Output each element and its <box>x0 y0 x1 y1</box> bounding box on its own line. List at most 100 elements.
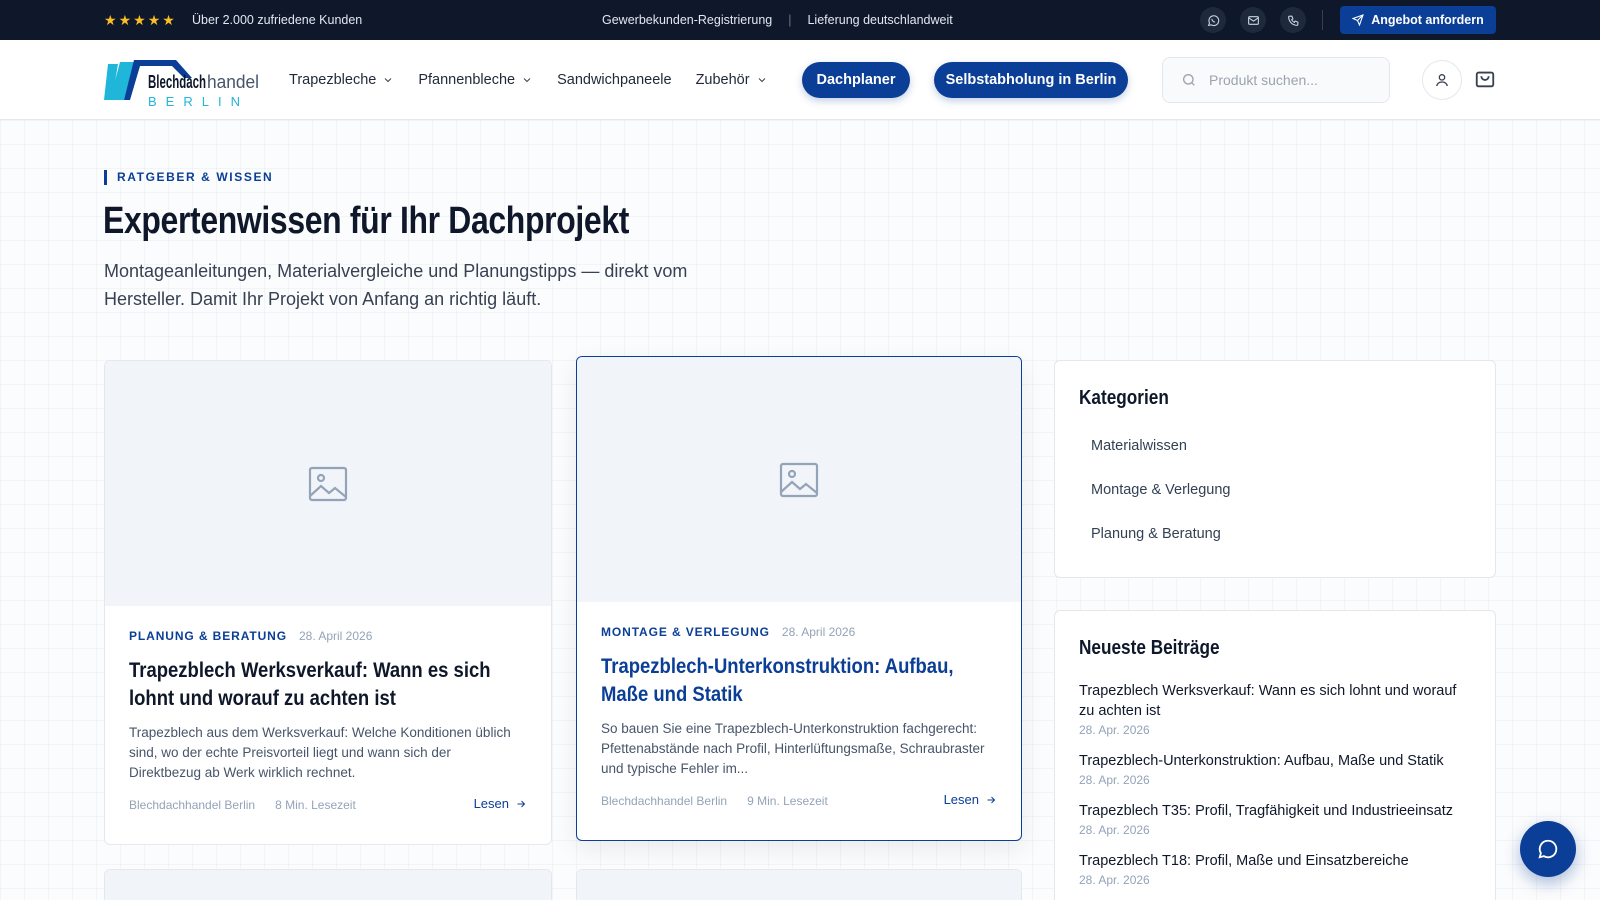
article-image-placeholder <box>105 361 551 606</box>
read-more-link[interactable]: Lesen <box>944 792 997 807</box>
page-subtitle: Montageanleitungen, Materialvergleiche u… <box>104 257 744 313</box>
whatsapp-icon <box>1207 14 1219 26</box>
recent-post-title[interactable]: Trapezblech T35: Profil, Tragfähigkeit u… <box>1079 801 1469 821</box>
read-more-label: Lesen <box>943 792 979 807</box>
read-more-link[interactable]: Lesen <box>474 796 527 811</box>
logo[interactable]: Blechdach handel BERLIN <box>104 52 264 110</box>
article-card[interactable] <box>576 869 1022 900</box>
rating-text: Über 2.000 zufriedene Kunden <box>192 13 363 27</box>
search-icon <box>1183 74 1195 86</box>
star-icon: ★ <box>133 12 146 28</box>
nav-item-zubehoer[interactable]: Zubehör <box>696 71 768 89</box>
offer-button[interactable]: Angebot anfordern <box>1340 6 1496 34</box>
recent-post[interactable]: Trapezblech T18: Profil, Maße und Einsat… <box>1079 851 1469 887</box>
article-card[interactable]: PLANUNG & BERATUNG 28. April 2026 Trapez… <box>104 360 552 845</box>
divider <box>1322 10 1323 30</box>
roof-planner-button[interactable]: Dachplaner <box>802 62 910 98</box>
logo-word-2: handel <box>207 72 259 92</box>
image-icon <box>779 462 819 497</box>
chevron-down-icon <box>758 78 765 83</box>
phone-button[interactable] <box>1280 7 1306 33</box>
category-link[interactable]: Planung & Beratung <box>1091 525 1230 569</box>
chevron-down-icon <box>384 78 392 83</box>
recent-post-title[interactable]: Trapezblech Werksverkauf: Wann es sich l… <box>1079 681 1469 721</box>
nav-item-label: Pfannenbleche <box>418 72 516 88</box>
offer-button-label: Angebot anfordern <box>1371 13 1484 27</box>
article-category[interactable]: PLANUNG & BERATUNG <box>129 629 287 643</box>
page-title: Expertenwissen für Ihr Dachprojekt <box>103 200 630 242</box>
recent-post-date: 28. Apr. 2026 <box>1079 823 1150 837</box>
subtitle-line: Montageanleitungen, Materialvergleiche u… <box>104 261 688 281</box>
nav-item-trapezbleche[interactable]: Trapezbleche <box>289 71 394 89</box>
main-header: Blechdach handel BERLIN Trapezbleche Pfa… <box>0 40 1600 120</box>
rating-stars: ★ ★ ★ ★ ★ <box>104 12 175 28</box>
phone-icon <box>1287 15 1298 26</box>
cart-icon <box>1475 71 1495 88</box>
send-icon <box>1352 14 1365 26</box>
article-date: 28. April 2026 <box>298 629 373 643</box>
user-icon <box>1436 74 1448 87</box>
chat-bubble-icon <box>1538 839 1558 859</box>
search-input[interactable]: Produkt suchen... <box>1209 72 1318 88</box>
recent-post-date: 28. Apr. 2026 <box>1079 723 1150 737</box>
article-title[interactable]: Trapezblech Werksverkauf: Wann es sich l… <box>129 657 516 713</box>
star-icon: ★ <box>147 12 161 28</box>
logo-word-1: Blechdach <box>148 72 206 92</box>
subtitle-line: Hersteller. Damit Ihr Projekt von Anfang… <box>104 289 542 309</box>
logo-city: BERLIN <box>148 94 249 109</box>
nav-item-label: Trapezbleche <box>289 72 377 88</box>
article-card[interactable] <box>104 869 552 900</box>
category-link[interactable]: Montage & Verlegung <box>1091 481 1230 525</box>
article-excerpt: Trapezblech aus dem Werksverkauf: Welche… <box>129 725 511 780</box>
article-meta: MONTAGE & VERLEGUNG 28. April 2026 <box>601 625 855 639</box>
divider: | <box>788 13 792 27</box>
article-readtime: 8 Min. Lesezeit <box>275 798 356 812</box>
recent-post-date: 28. Apr. 2026 <box>1079 873 1150 887</box>
recent-post-title[interactable]: Trapezblech T18: Profil, Maße und Einsat… <box>1079 851 1469 871</box>
nav-item-sandwichpaneele[interactable]: Sandwichpaneele <box>557 71 671 89</box>
article-image-placeholder <box>577 870 1021 900</box>
search-box[interactable]: Produkt suchen... <box>1162 57 1390 103</box>
category-link[interactable]: Materialwissen <box>1091 437 1230 481</box>
article-readtime: 9 Min. Lesezeit <box>747 794 828 808</box>
star-icon: ★ <box>162 12 175 28</box>
whatsapp-button[interactable] <box>1200 7 1226 33</box>
widget-title: Neueste Beiträge <box>1079 637 1220 659</box>
article-category[interactable]: MONTAGE & VERLEGUNG <box>601 625 770 639</box>
topbar-links: Gewerbekunden-Registrierung | Lieferung … <box>602 12 953 28</box>
star-icon: ★ <box>104 12 117 28</box>
account-button[interactable] <box>1422 60 1462 100</box>
recent-posts-widget: Neueste Beiträge Trapezblech Werksverkau… <box>1054 610 1496 900</box>
chevron-down-icon <box>523 78 531 83</box>
recent-post[interactable]: Trapezblech-Unterkonstruktion: Aufbau, M… <box>1079 751 1469 787</box>
registration-link[interactable]: Gewerbekunden-Registrierung <box>602 12 772 28</box>
categories-widget: Kategorien Materialwissen Montage & Verl… <box>1054 360 1496 578</box>
article-title[interactable]: Trapezblech-Unterkonstruktion: Aufbau, M… <box>601 653 988 709</box>
delivery-info: Lieferung deutschlandweit <box>807 13 953 27</box>
logo-mark: Blechdach handel BERLIN <box>104 60 259 109</box>
article-footer: Blechdachhandel Berlin 9 Min. Lesezeit <box>601 794 828 808</box>
top-bar: ★ ★ ★ ★ ★ Über 2.000 zufriedene Kunden G… <box>0 0 1600 40</box>
article-meta: PLANUNG & BERATUNG 28. April 2026 <box>129 629 372 643</box>
article-card[interactable]: MONTAGE & VERLEGUNG 28. April 2026 Trape… <box>576 356 1022 841</box>
recent-posts-list: Trapezblech Werksverkauf: Wann es sich l… <box>1079 681 1469 900</box>
chat-button[interactable] <box>1520 821 1576 877</box>
article-author: Blechdachhandel Berlin <box>601 794 728 808</box>
mail-button[interactable] <box>1240 7 1266 33</box>
recent-post-title[interactable]: Trapezblech-Unterkonstruktion: Aufbau, M… <box>1079 751 1469 771</box>
read-more-label: Lesen <box>473 796 509 811</box>
category-list: Materialwissen Montage & Verlegung Planu… <box>1091 437 1230 569</box>
nav-item-label: Sandwichpaneele <box>557 72 672 88</box>
widget-title: Kategorien <box>1079 387 1169 409</box>
mail-icon <box>1247 15 1259 25</box>
article-image-placeholder <box>577 357 1021 602</box>
arrow-right-icon <box>517 800 526 807</box>
star-icon: ★ <box>118 12 132 28</box>
nav-item-pfannenbleche[interactable]: Pfannenbleche <box>418 71 533 89</box>
recent-post[interactable]: Trapezblech T35: Profil, Tragfähigkeit u… <box>1079 801 1469 837</box>
section-eyebrow: RATGEBER & WISSEN <box>104 170 273 185</box>
recent-post[interactable]: Trapezblech Werksverkauf: Wann es sich l… <box>1079 681 1469 737</box>
pickup-button[interactable]: Selbstabholung in Berlin <box>934 62 1128 98</box>
cart-button[interactable] <box>1474 68 1498 92</box>
image-icon <box>308 466 348 501</box>
